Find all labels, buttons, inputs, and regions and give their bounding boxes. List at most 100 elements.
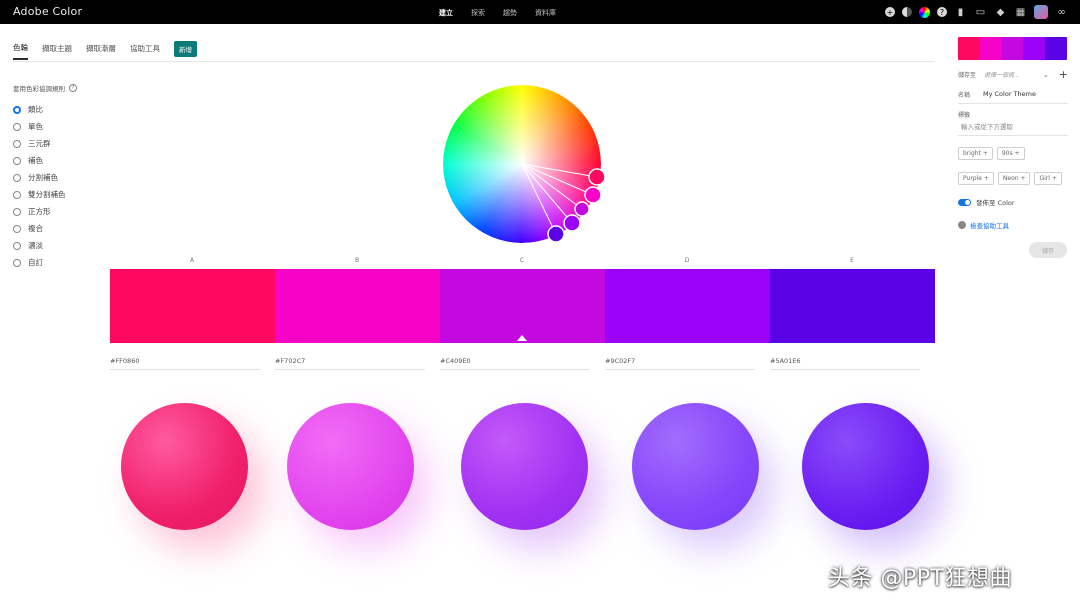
rule-split-complementary[interactable]: 分割補色: [13, 169, 66, 186]
radio-icon[interactable]: [13, 224, 21, 233]
tag-girl[interactable]: Girl +: [1034, 172, 1062, 185]
rule-label: 自訂: [28, 258, 43, 267]
tab-extract-gradient[interactable]: 擷取漸層: [86, 43, 116, 59]
radio-icon[interactable]: [13, 156, 21, 165]
swatch-b[interactable]: [275, 269, 440, 343]
tag-purple[interactable]: Purple +: [958, 172, 994, 185]
swatch-label-e: E: [850, 257, 854, 264]
swatch-c[interactable]: [440, 269, 605, 343]
wheel-handle-e[interactable]: [547, 225, 565, 243]
color-ball-a: [121, 403, 248, 530]
mode-tabs: 色輪 擷取主題 擷取漸層 協助工具 新增: [13, 40, 197, 60]
rule-label: 雙分割補色: [28, 190, 66, 199]
radio-selected-icon[interactable]: [13, 105, 21, 114]
tabs-divider: [13, 61, 935, 62]
radio-icon[interactable]: [13, 241, 21, 250]
wheel-handle-a[interactable]: [588, 168, 606, 186]
top-nav: 建立 探索 趨勢 資料庫: [430, 0, 565, 24]
theme-name-input[interactable]: My Color Theme: [983, 90, 1036, 99]
swatch-e[interactable]: [770, 269, 935, 343]
swatch-label-c: C: [519, 257, 525, 264]
rule-label: 複合: [28, 224, 43, 233]
hex-input-b[interactable]: #F702C7: [275, 357, 425, 370]
rule-label: 補色: [28, 156, 43, 165]
add-library-icon[interactable]: +: [1059, 68, 1068, 81]
radio-icon[interactable]: [13, 207, 21, 216]
publish-toggle-row[interactable]: 發佈至 Color: [958, 197, 1015, 207]
color-wheel-icon[interactable]: [919, 6, 930, 18]
help-icon[interactable]: ?: [69, 84, 77, 92]
rule-custom[interactable]: 自訂: [13, 254, 66, 271]
nav-library[interactable]: 資料庫: [526, 0, 565, 24]
adobe-color-page: Adobe Color 建立 探索 趨勢 資料庫 + ? ▮ ▭ ◆ ▦ ∞ 色…: [0, 0, 1080, 608]
swatch-a[interactable]: [110, 269, 275, 343]
tag-bright[interactable]: bright +: [958, 147, 993, 160]
hex-input-e[interactable]: #5A01E6: [770, 357, 920, 370]
tab-extract-theme[interactable]: 擷取主題: [42, 43, 72, 59]
rule-square[interactable]: 正方形: [13, 203, 66, 220]
mobile-icon[interactable]: ▮: [954, 6, 967, 19]
rule-double-split-complementary[interactable]: 雙分割補色: [13, 186, 66, 203]
rule-shades[interactable]: 濃淡: [13, 237, 66, 254]
save-to-row[interactable]: 儲存至 選擇一個資... ⌄ +: [958, 68, 1068, 81]
harmony-rule-title: 套用色彩協調規則 ?: [13, 83, 77, 93]
selected-swatch-marker-icon: [517, 335, 527, 341]
hex-input-d[interactable]: #9C02F7: [605, 357, 755, 370]
rule-complementary[interactable]: 補色: [13, 152, 66, 169]
wheel-handle-d[interactable]: [563, 214, 581, 232]
swatch-label-d: D: [684, 257, 690, 264]
rule-triad[interactable]: 三元群: [13, 135, 66, 152]
color-wheel[interactable]: [425, 80, 625, 260]
rule-label: 單色: [28, 122, 43, 131]
radio-icon[interactable]: [13, 173, 21, 182]
color-ball-e: [802, 403, 929, 530]
wheel-handle-b[interactable]: [584, 186, 602, 204]
rule-label: 三元群: [28, 139, 51, 148]
feedback-icon[interactable]: ▭: [974, 6, 987, 19]
apps-grid-icon[interactable]: ▦: [1014, 6, 1027, 19]
tag-neon[interactable]: Neon +: [997, 172, 1031, 185]
tab-accessibility-tools[interactable]: 協助工具: [130, 43, 160, 59]
hex-input-a[interactable]: #FF0860: [110, 357, 260, 370]
publish-label: 發佈至 Color: [976, 199, 1015, 207]
radio-icon[interactable]: [13, 139, 21, 148]
add-icon[interactable]: +: [885, 7, 895, 17]
watermark-text: 头条 @PPT狂想曲: [828, 566, 1012, 591]
nav-trends[interactable]: 趨勢: [494, 0, 526, 24]
tags-input[interactable]: 輸入或從下方選取: [958, 121, 1068, 136]
color-ball-c: [461, 403, 588, 530]
chevron-down-icon[interactable]: ⌄: [1043, 71, 1049, 79]
theme-preview-strip: [958, 37, 1067, 60]
name-label: 名稱: [958, 92, 971, 99]
harmony-rule-label: 套用色彩協調規則: [13, 85, 65, 93]
wheel-handle-c[interactable]: [574, 201, 590, 217]
bell-icon[interactable]: ◆: [994, 6, 1007, 19]
radio-icon[interactable]: [13, 122, 21, 131]
hex-input-c[interactable]: #C409E0: [440, 357, 590, 370]
swatch-d[interactable]: [605, 269, 770, 343]
rule-compound[interactable]: 複合: [13, 220, 66, 237]
rule-analogous[interactable]: 類比: [13, 101, 66, 118]
swatch-label-a: A: [189, 257, 195, 264]
rule-label: 濃淡: [28, 241, 43, 250]
tab-color-wheel[interactable]: 色輪: [13, 42, 28, 60]
harmony-rule-list: 類比 單色 三元群 補色 分割補色 雙分割補色 正方形 複合 濃淡 自訂: [13, 101, 66, 271]
accessibility-link[interactable]: 檢查協助工具: [958, 220, 1009, 230]
tag-90s[interactable]: 90s +: [996, 147, 1025, 160]
radio-icon[interactable]: [13, 190, 21, 199]
color-ball-d: [632, 403, 759, 530]
creative-cloud-icon[interactable]: ∞: [1055, 6, 1068, 19]
contrast-icon[interactable]: [902, 7, 912, 17]
nav-explore[interactable]: 探索: [462, 0, 494, 24]
rule-monochromatic[interactable]: 單色: [13, 118, 66, 135]
library-select[interactable]: 選擇一個資...: [984, 70, 1043, 79]
user-avatar[interactable]: [1034, 5, 1048, 19]
save-to-label: 儲存至: [958, 72, 977, 79]
name-row[interactable]: 名稱 My Color Theme: [958, 90, 1068, 104]
app-brand[interactable]: Adobe Color: [13, 5, 82, 18]
radio-icon[interactable]: [13, 258, 21, 267]
save-button[interactable]: 儲存: [1029, 242, 1067, 258]
nav-create[interactable]: 建立: [430, 0, 462, 24]
help-icon[interactable]: ?: [937, 7, 947, 17]
publish-toggle[interactable]: [958, 198, 971, 206]
